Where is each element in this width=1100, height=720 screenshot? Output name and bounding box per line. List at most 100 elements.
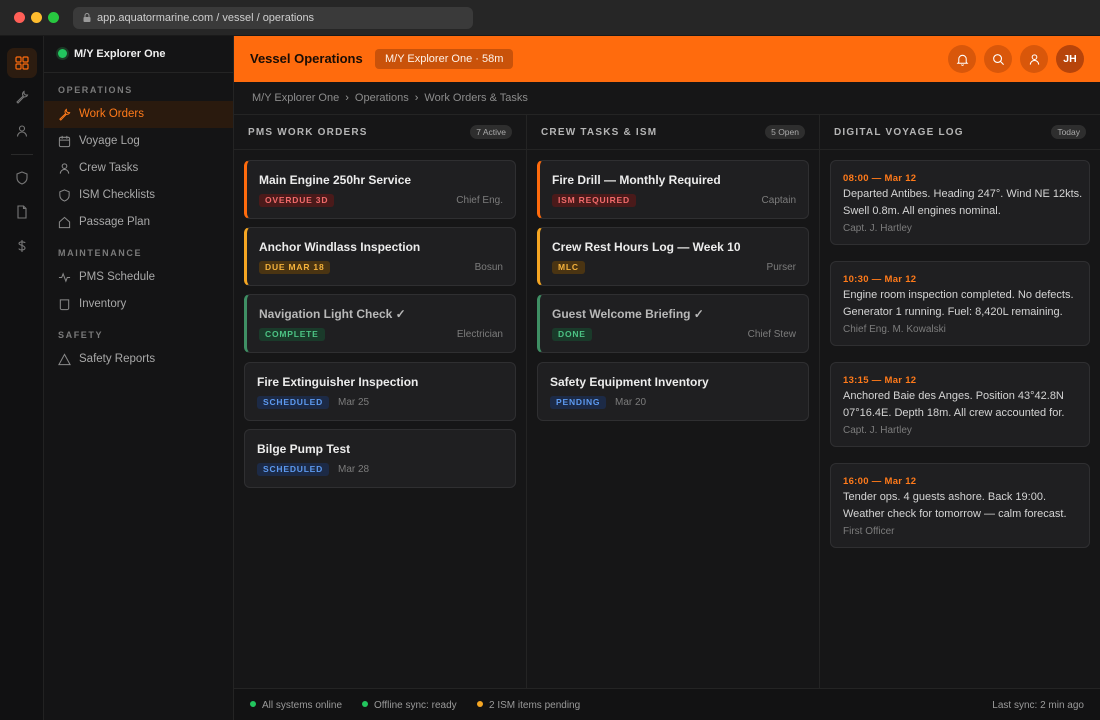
section-label-maintenance: MAINTENANCE [58, 248, 143, 258]
log-author: Capt. J. Hartley [843, 223, 912, 234]
box-icon [59, 299, 70, 311]
browser-chrome: app.aquatormarine.com / vessel / operati… [0, 0, 1100, 36]
activity-icon [58, 272, 71, 283]
sidebar-item-label: Work Orders [79, 108, 144, 120]
card-title: Navigation Light Check ✓ [259, 307, 406, 321]
crew-task-card[interactable]: Fire Drill — Monthly Required ISM REQUIR… [537, 160, 809, 219]
page-title: Vessel Operations [250, 51, 363, 66]
home-icon [58, 216, 71, 229]
crew-task-card[interactable]: Safety Equipment Inventory PENDING Mar 2… [537, 362, 809, 421]
work-order-card[interactable]: Main Engine 250hr Service OVERDUE 3D Chi… [244, 160, 516, 219]
rail-crew-button[interactable] [7, 116, 37, 146]
sidebar-item-safety-reports[interactable]: Safety Reports [44, 346, 233, 373]
status-badge: OVERDUE 3D [259, 194, 335, 207]
card-title: Fire Drill — Monthly Required [552, 173, 721, 187]
notifications-button[interactable] [948, 45, 976, 73]
status-item-systems: All systems online [250, 700, 342, 711]
voyage-log-column: DIGITAL VOYAGE LOG Today 08:00 — Mar 12 … [820, 115, 1100, 688]
address-bar[interactable]: app.aquatormarine.com / vessel / operati… [73, 7, 473, 29]
search-icon [992, 53, 1004, 65]
status-badge: PENDING [550, 396, 607, 409]
column-header: CREW TASKS & ISM 5 Open [527, 115, 819, 150]
url-text: app.aquatormarine.com / vessel / operati… [97, 12, 315, 24]
sidebar-item-label: Crew Tasks [79, 162, 139, 174]
shield-icon [59, 189, 70, 202]
profile-button[interactable] [1020, 45, 1048, 73]
status-item-ism[interactable]: 2 ISM items pending [477, 700, 580, 711]
status-badge: SCHEDULED [257, 396, 330, 409]
work-order-card[interactable]: Fire Extinguisher Inspection SCHEDULED M… [244, 362, 516, 421]
sidebar-item-label: Inventory [79, 298, 127, 310]
sidebar-item-inventory[interactable]: Inventory [44, 291, 233, 318]
close-window-button[interactable] [14, 12, 25, 23]
assignee: Chief Stew [747, 329, 796, 340]
dollar-icon [18, 240, 26, 252]
online-dot [362, 701, 368, 707]
breadcrumb: M/Y Explorer One › Operations › Work Orders … [234, 82, 1100, 115]
breadcrumb-item[interactable]: M/Y Explorer One [252, 92, 339, 104]
card-title: Safety Equipment Inventory [550, 375, 709, 389]
status-item-sync: Offline sync: ready [362, 700, 457, 711]
document-icon [17, 205, 27, 219]
grid-icon [15, 56, 29, 70]
lock-icon [83, 13, 91, 22]
rail-dashboard-button[interactable] [7, 48, 37, 78]
maximize-window-button[interactable] [48, 12, 59, 23]
sidebar-item-crew-tasks[interactable]: Crew Tasks [44, 155, 233, 182]
rail-documents-button[interactable] [7, 197, 37, 227]
due-date: Mar 28 [338, 464, 370, 475]
column-title: PMS WORK ORDERS [248, 127, 368, 138]
work-order-card[interactable]: Anchor Windlass Inspection DUE MAR 18 Bo… [244, 227, 516, 286]
card-title: Anchor Windlass Inspection [259, 240, 421, 254]
avatar[interactable]: JH [1056, 45, 1084, 73]
top-header: Vessel Operations M/Y Explorer One · 58m… [234, 36, 1100, 82]
rail-maintenance-button[interactable] [7, 82, 37, 112]
crew-task-card[interactable]: Guest Welcome Briefing ✓ DONE Chief Stew [537, 294, 809, 353]
log-entry[interactable]: 13:15 — Mar 12 Anchored Baie des Anges. … [830, 362, 1090, 447]
shield-icon [16, 171, 28, 185]
due-date: Mar 25 [338, 397, 370, 408]
assignee: Purser [766, 262, 796, 273]
search-button[interactable] [984, 45, 1012, 73]
breadcrumb-separator: › [345, 92, 349, 104]
sidebar-item-label: Voyage Log [79, 135, 140, 147]
work-order-card[interactable]: Bilge Pump Test SCHEDULED Mar 28 [244, 429, 516, 488]
status-badge: DUE MAR 18 [259, 261, 331, 274]
log-entry[interactable]: 08:00 — Mar 12 Departed Antibes. Heading… [830, 160, 1090, 245]
sidebar-item-voyage-log[interactable]: Voyage Log [44, 128, 233, 155]
rail-finance-button[interactable] [7, 231, 37, 261]
card-title: Crew Rest Hours Log — Week 10 [552, 240, 741, 254]
vessel-selector[interactable]: M/Y Explorer One [44, 36, 234, 73]
crew-task-card[interactable]: Crew Rest Hours Log — Week 10 MLC Purser [537, 227, 809, 286]
status-text: Offline sync: ready [374, 700, 457, 711]
section-label-operations: OPERATIONS [58, 85, 133, 95]
breadcrumb-item[interactable]: Operations [355, 92, 409, 104]
log-author: First Officer [843, 526, 895, 537]
log-entry[interactable]: 10:30 — Mar 12 Engine room inspection co… [830, 261, 1090, 346]
assignee: Chief Eng. [456, 195, 503, 206]
column-header: DIGITAL VOYAGE LOG Today [820, 115, 1100, 150]
user-icon [59, 163, 70, 174]
sidebar: M/Y Explorer One OPERATIONS Work Orders … [44, 36, 234, 720]
log-entry[interactable]: 16:00 — Mar 12 Tender ops. 4 guests asho… [830, 463, 1090, 548]
status-badge: MLC [552, 261, 585, 274]
sidebar-item-passage-plan[interactable]: Passage Plan [44, 209, 233, 236]
minimize-window-button[interactable] [31, 12, 42, 23]
status-badge: DONE [552, 328, 592, 341]
sidebar-item-pms-schedule[interactable]: PMS Schedule [44, 264, 233, 291]
sidebar-item-work-orders[interactable]: Work Orders [44, 101, 233, 128]
card-title: Main Engine 250hr Service [259, 173, 412, 187]
work-order-card[interactable]: Navigation Light Check ✓ COMPLETE Electr… [244, 294, 516, 353]
vessel-online-indicator [58, 49, 67, 58]
crew-tasks-column: CREW TASKS & ISM 5 Open Fire Drill — Mon… [527, 115, 820, 688]
status-text: 2 ISM items pending [489, 700, 581, 711]
status-badge: ISM REQUIRED [552, 194, 636, 207]
last-sync: Last sync: 2 min ago [992, 700, 1084, 711]
card-title: Guest Welcome Briefing ✓ [552, 307, 704, 321]
vessel-pill[interactable]: M/Y Explorer One · 58m [375, 49, 514, 69]
rail-safety-button[interactable] [7, 163, 37, 193]
vessel-name: M/Y Explorer One [74, 48, 166, 60]
sidebar-item-ism-checklists[interactable]: ISM Checklists [44, 182, 233, 209]
card-title: Bilge Pump Test [257, 442, 351, 456]
column-title: DIGITAL VOYAGE LOG [834, 127, 964, 138]
